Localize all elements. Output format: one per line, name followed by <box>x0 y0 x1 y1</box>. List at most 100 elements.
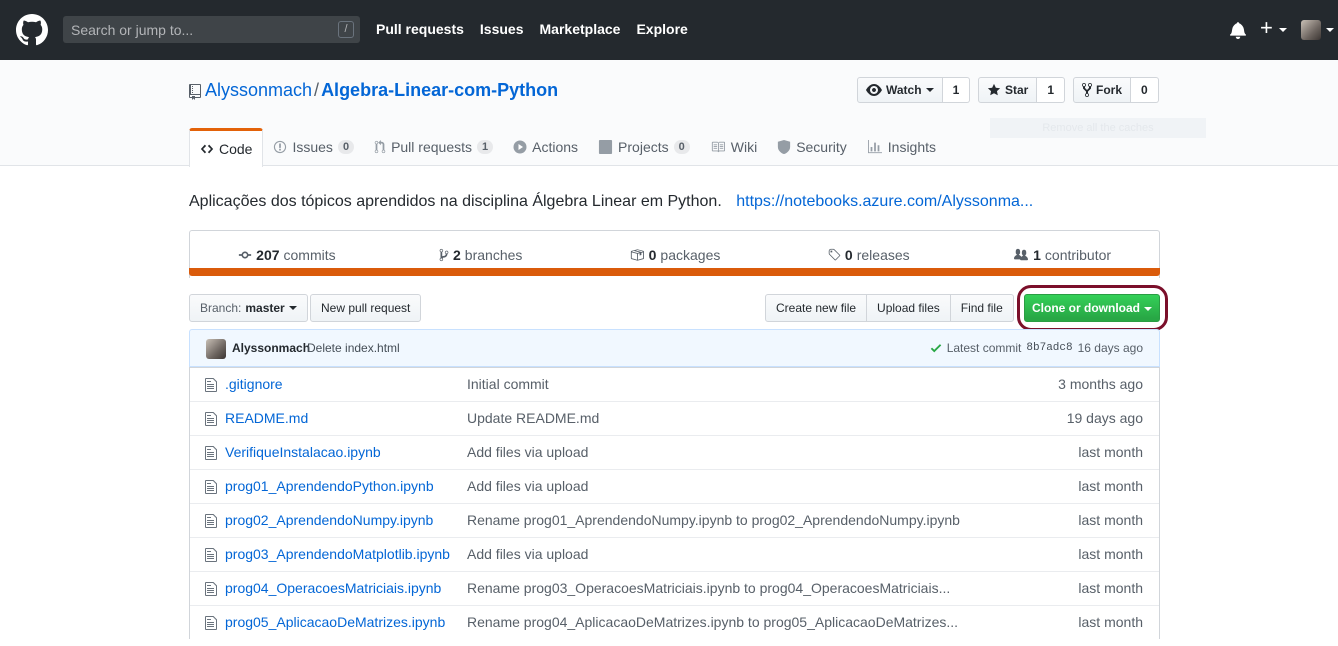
star-group: Star 1 <box>978 77 1066 103</box>
search-input[interactable] <box>63 16 360 43</box>
fork-button[interactable]: Fork <box>1073 77 1132 103</box>
commit-sha[interactable]: 8b7adc8 <box>1026 342 1072 354</box>
file-name-link[interactable]: prog02_AprendendoNumpy.ipynb <box>225 512 433 528</box>
repo-description: Aplicações dos tópicos aprendidos na dis… <box>189 193 1033 211</box>
star-button[interactable]: Star <box>978 77 1038 103</box>
file-row[interactable]: prog03_AprendendoMatplotlib.ipynb Add fil… <box>190 537 1159 571</box>
file-icon <box>205 411 217 430</box>
file-commit-message[interactable]: Update README.md <box>467 410 599 426</box>
file-commit-age: last month <box>1078 614 1143 630</box>
repo-description-text: Aplicações dos tópicos aprendidos na dis… <box>189 193 722 210</box>
file-name-link[interactable]: .gitignore <box>225 376 283 392</box>
watch-button[interactable]: Watch <box>857 77 943 103</box>
graph-icon <box>867 140 882 154</box>
file-commit-age: last month <box>1078 580 1143 596</box>
file-row[interactable]: VerifiqueInstalacao.ipynb Add files via u… <box>190 435 1159 469</box>
branch-select-button[interactable]: Branch: master <box>189 294 308 322</box>
star-icon <box>987 83 1001 96</box>
issue-icon <box>274 140 287 154</box>
branch-label: Branch: <box>200 301 242 315</box>
tab-pull-requests-count: 1 <box>477 140 494 154</box>
project-icon <box>598 140 613 154</box>
tab-issues-label: Issues <box>292 139 333 155</box>
commit-tease: Alyssonmach Delete index.html Latest com… <box>189 329 1160 367</box>
create-new-file-button[interactable]: Create new file <box>765 294 868 322</box>
commit-message[interactable]: Delete index.html <box>307 341 400 355</box>
file-row[interactable]: .gitignore Initial commit 3 months ago <box>190 367 1159 401</box>
github-logo-icon[interactable] <box>16 14 48 46</box>
file-commit-age: last month <box>1078 478 1143 494</box>
summary-packages-count: 0 <box>648 246 657 263</box>
fork-count[interactable]: 0 <box>1131 77 1159 103</box>
code-icon <box>200 144 214 154</box>
file-commit-age: last month <box>1078 546 1143 562</box>
commit-author[interactable]: Alyssonmach <box>232 341 310 355</box>
file-icon <box>205 479 217 498</box>
file-name-link[interactable]: prog01_AprendendoPython.ipynb <box>225 478 434 494</box>
file-name-link[interactable]: prog05_AplicacaoDeMatrizes.ipynb <box>225 614 445 630</box>
fork-icon <box>1082 82 1092 98</box>
find-file-button[interactable]: Find file <box>949 294 1014 322</box>
create-new-plus-icon[interactable]: + <box>1260 17 1273 39</box>
watch-caret-icon <box>925 88 934 92</box>
file-commit-message[interactable]: Add files via upload <box>467 444 588 460</box>
tab-insights-label: Insights <box>887 139 937 155</box>
new-pull-request-button[interactable]: New pull request <box>310 294 422 322</box>
tab-insights[interactable]: Insights <box>857 128 946 166</box>
file-commit-message[interactable]: Rename prog04_AplicacaoDeMatrizes.ipynb … <box>467 614 958 630</box>
summary-branches-count: 2 <box>453 246 461 263</box>
file-commit-message[interactable]: Rename prog03_OperacoesMatriciais.ipynb … <box>467 580 950 596</box>
upload-files-button[interactable]: Upload files <box>866 294 951 322</box>
nav-issues[interactable]: Issues <box>480 21 524 37</box>
file-commit-age: last month <box>1078 444 1143 460</box>
user-menu-caret-icon[interactable] <box>1326 28 1334 32</box>
tab-wiki[interactable]: Wiki <box>700 128 767 166</box>
nav-pull-requests[interactable]: Pull requests <box>376 21 464 37</box>
create-new-caret-icon[interactable] <box>1279 28 1287 32</box>
repo-owner-link[interactable]: Alyssonmach <box>205 80 312 100</box>
check-icon <box>930 344 941 353</box>
file-row[interactable]: prog01_AprendendoPython.ipynb Add files v… <box>190 469 1159 503</box>
file-name-link[interactable]: README.md <box>225 410 308 426</box>
summary-commits-count: 207 <box>256 246 280 263</box>
user-avatar[interactable] <box>1301 20 1321 40</box>
global-header: / Pull requests Issues Marketplace Explo… <box>0 0 1338 60</box>
tab-pull-requests[interactable]: Pull requests 1 <box>364 128 503 166</box>
repo-icon <box>189 84 201 100</box>
tab-security[interactable]: Security <box>767 128 857 166</box>
file-commit-message[interactable]: Add files via upload <box>467 478 588 494</box>
file-commit-message[interactable]: Initial commit <box>467 376 549 392</box>
repo-name-link[interactable]: Algebra-Linear-com-Python <box>321 80 558 100</box>
tab-actions[interactable]: Actions <box>503 128 588 166</box>
commit-author-avatar[interactable] <box>206 339 226 359</box>
pull-request-icon <box>374 140 386 154</box>
watch-count[interactable]: 1 <box>942 77 971 103</box>
tab-projects[interactable]: Projects 0 <box>588 128 700 166</box>
file-row[interactable]: prog02_AprendendoNumpy.ipynb Rename prog0… <box>190 503 1159 537</box>
file-row[interactable]: prog05_AplicacaoDeMatrizes.ipynb Rename p… <box>190 605 1159 639</box>
book-icon <box>711 141 725 153</box>
file-name-link[interactable]: prog04_OperacoesMatriciais.ipynb <box>225 580 441 596</box>
nav-marketplace[interactable]: Marketplace <box>540 21 621 37</box>
tab-code[interactable]: Code <box>189 128 264 167</box>
watch-label: Watch <box>886 83 922 97</box>
nav-explore[interactable]: Explore <box>636 21 687 37</box>
summary-releases-count: 0 <box>844 246 853 263</box>
search-box[interactable]: / <box>63 16 360 43</box>
file-row[interactable]: README.md Update README.md 19 days ago <box>190 401 1159 435</box>
file-name-link[interactable]: prog03_AprendendoMatplotlib.ipynb <box>225 546 450 562</box>
file-row[interactable]: prog04_OperacoesMatriciais.ipynb Rename p… <box>190 571 1159 605</box>
file-commit-message[interactable]: Add files via upload <box>467 546 588 562</box>
notifications-bell-icon[interactable] <box>1229 21 1247 39</box>
commit-age: 16 days ago <box>1077 341 1143 355</box>
star-count[interactable]: 1 <box>1037 77 1066 103</box>
tab-code-label: Code <box>219 141 253 157</box>
file-name-link[interactable]: VerifiqueInstalacao.ipynb <box>225 444 381 460</box>
file-icon <box>205 547 217 566</box>
people-icon <box>1014 248 1029 260</box>
tab-security-label: Security <box>796 139 847 155</box>
repo-homepage-link[interactable]: https://notebooks.azure.com/Alyssonma... <box>736 193 1033 210</box>
tab-issues[interactable]: Issues 0 <box>263 128 364 166</box>
file-commit-message[interactable]: Rename prog01_AprendendoNumpy.ipynb to p… <box>467 512 960 528</box>
language-bar[interactable] <box>189 268 1160 276</box>
